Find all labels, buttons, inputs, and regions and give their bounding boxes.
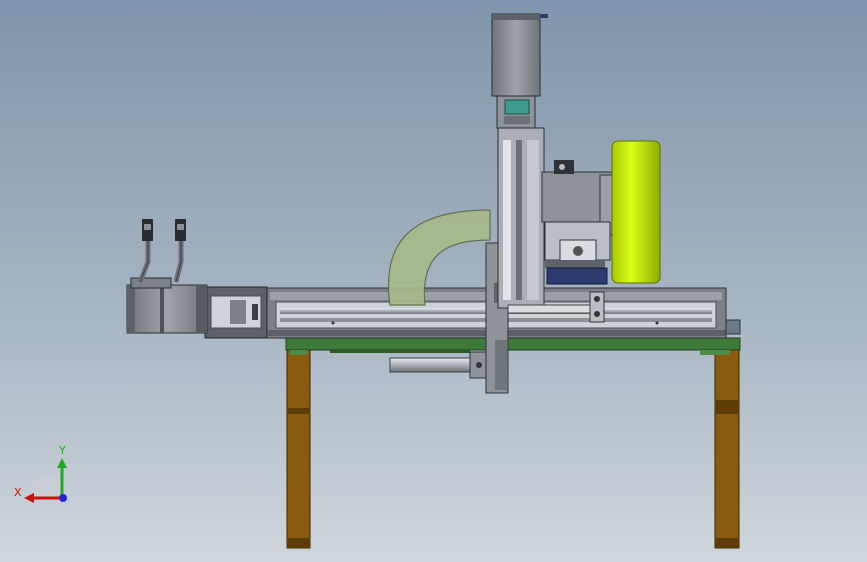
cable-connector-right xyxy=(175,219,186,241)
y-axis-label: Y xyxy=(58,444,66,457)
cad-viewport[interactable]: Y X xyxy=(0,0,867,562)
z-axis-linear-module xyxy=(497,127,545,309)
assembly-drawing: Y X xyxy=(14,13,741,549)
table-leg-left xyxy=(286,347,311,549)
z-axis-dot xyxy=(59,494,67,502)
cable-connector-left xyxy=(142,219,153,241)
yellow-wheel xyxy=(611,140,661,284)
coordinate-triad: Y X xyxy=(14,444,67,503)
motor-cables xyxy=(137,240,184,283)
frame-top-beam xyxy=(285,337,741,355)
x-servo-motor xyxy=(126,277,208,334)
wheel-bracket-assembly xyxy=(541,160,613,285)
pneumatic-cylinder xyxy=(389,351,489,379)
coupling-housing xyxy=(204,286,268,339)
x-axis-label: X xyxy=(14,486,22,499)
table-leg-right xyxy=(714,347,740,549)
z-servo-motor xyxy=(491,13,548,129)
